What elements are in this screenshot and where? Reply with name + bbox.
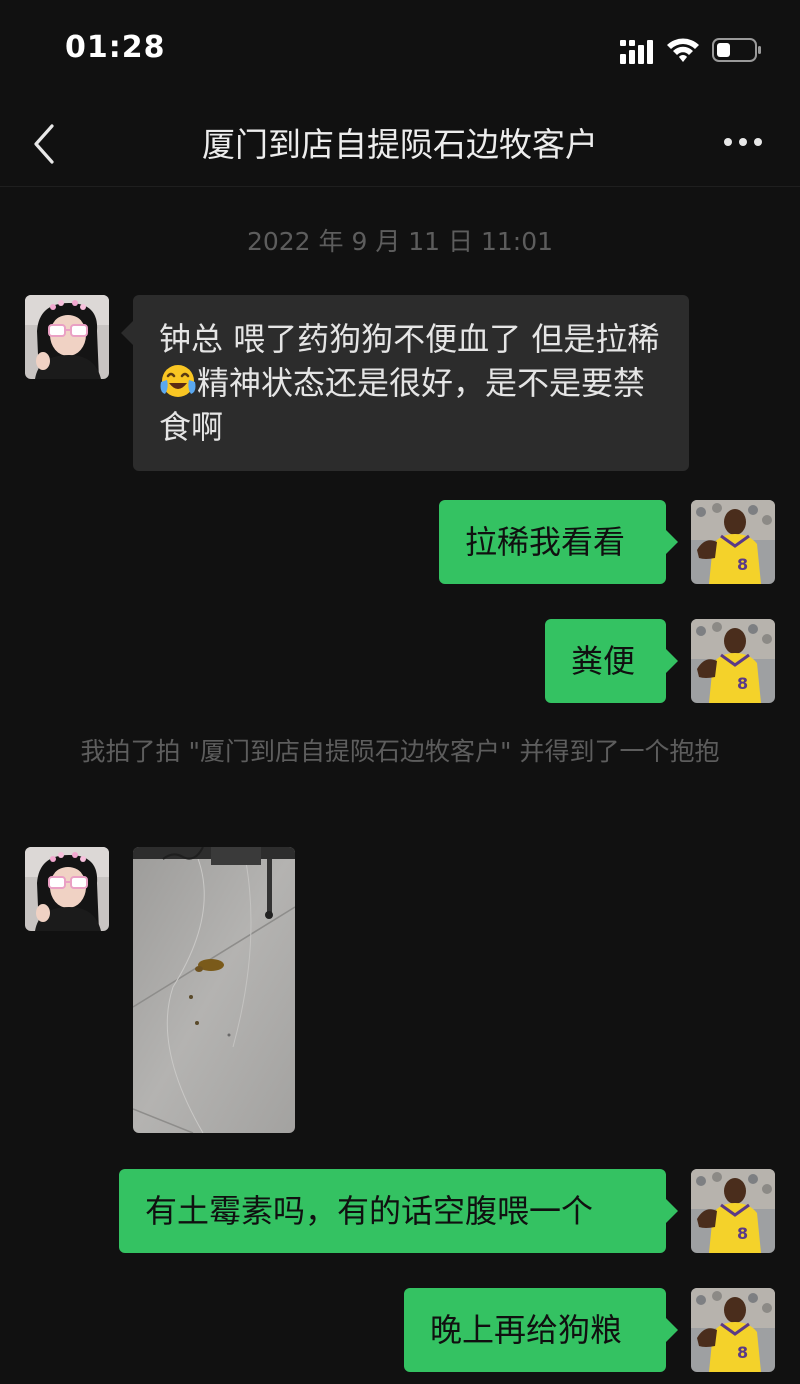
- contact-avatar[interactable]: [25, 295, 109, 379]
- message-bubble-outgoing[interactable]: 拉稀我看看: [439, 500, 678, 584]
- my-avatar[interactable]: 8: [691, 500, 775, 584]
- image-message[interactable]: [133, 847, 295, 1133]
- message-bubble-outgoing[interactable]: 粪便: [545, 619, 678, 703]
- message-text-continued: 精神状态还是很好，是不是要禁食啊: [159, 364, 646, 446]
- message-bubble-outgoing[interactable]: 晚上再给狗粮: [404, 1288, 678, 1372]
- svg-text:8: 8: [737, 555, 748, 574]
- status-bar: 01:28: [0, 0, 800, 100]
- battery-icon: [712, 38, 761, 62]
- message-text: 晚上再给狗粮: [430, 1311, 623, 1349]
- back-arrow-icon[interactable]: [26, 122, 66, 166]
- svg-text:8: 8: [737, 674, 748, 693]
- message-text: 钟总 喂了药狗狗不便血了 但是拉稀: [159, 320, 660, 358]
- pat-system-message: 我拍了拍 "厦门到店自提陨石边牧客户" 并得到了一个抱抱: [80, 737, 720, 766]
- cellular-signal-icon: [620, 40, 653, 64]
- message-bubble-incoming[interactable]: 钟总 喂了药狗狗不便血了 但是拉稀 精神状态还是很好，是不是要禁食啊: [121, 295, 689, 471]
- message-text: 拉稀我看看: [465, 523, 626, 561]
- message-text: 有土霉素吗，有的话空腹喂一个: [145, 1192, 594, 1230]
- svg-text:8: 8: [737, 1343, 748, 1362]
- my-avatar[interactable]: 8: [691, 1288, 775, 1372]
- svg-text:8: 8: [737, 1224, 748, 1243]
- status-time: 01:28: [65, 30, 166, 65]
- message-text: 粪便: [571, 642, 636, 680]
- wifi-icon: [667, 38, 699, 62]
- my-avatar[interactable]: 8: [691, 1169, 775, 1253]
- more-options-icon[interactable]: [718, 130, 768, 154]
- message-bubble-outgoing[interactable]: 有土霉素吗，有的话空腹喂一个: [119, 1169, 678, 1253]
- chat-header: 厦门到店自提陨石边牧客户: [0, 100, 800, 187]
- my-avatar[interactable]: 8: [691, 619, 775, 703]
- contact-avatar[interactable]: [25, 847, 109, 931]
- message-timestamp: 2022 年 9 月 11 日 11:01: [246, 227, 554, 256]
- chat-title: 厦门到店自提陨石边牧客户: [202, 125, 598, 164]
- crying-laughing-emoji-icon: [159, 362, 197, 400]
